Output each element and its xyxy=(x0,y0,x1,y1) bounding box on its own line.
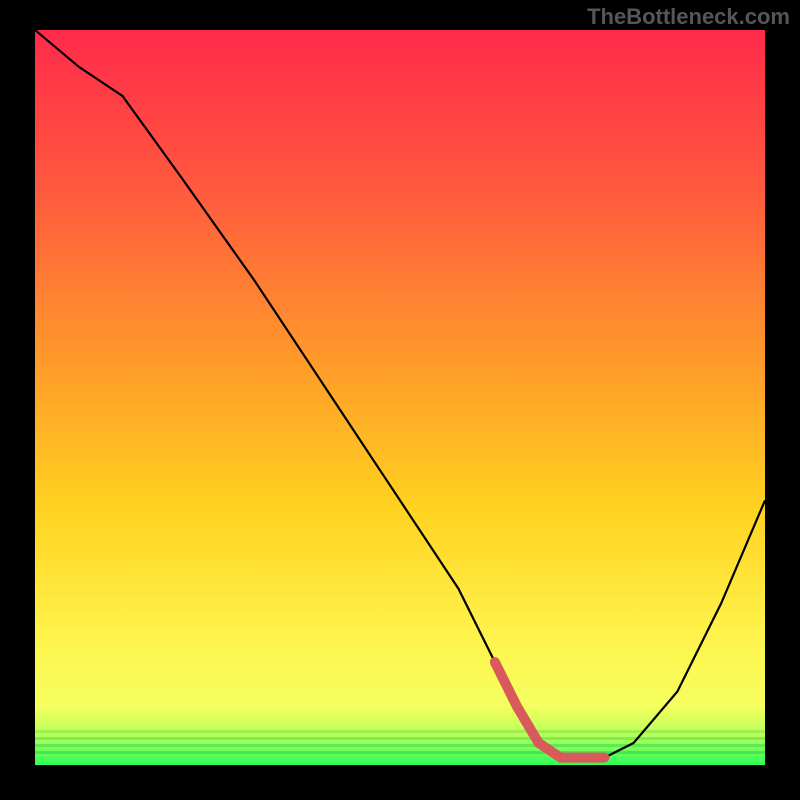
heat-gradient xyxy=(35,30,765,765)
chart-frame: TheBottleneck.com xyxy=(0,0,800,800)
watermark-text: TheBottleneck.com xyxy=(587,4,790,30)
plot-area xyxy=(35,30,765,765)
